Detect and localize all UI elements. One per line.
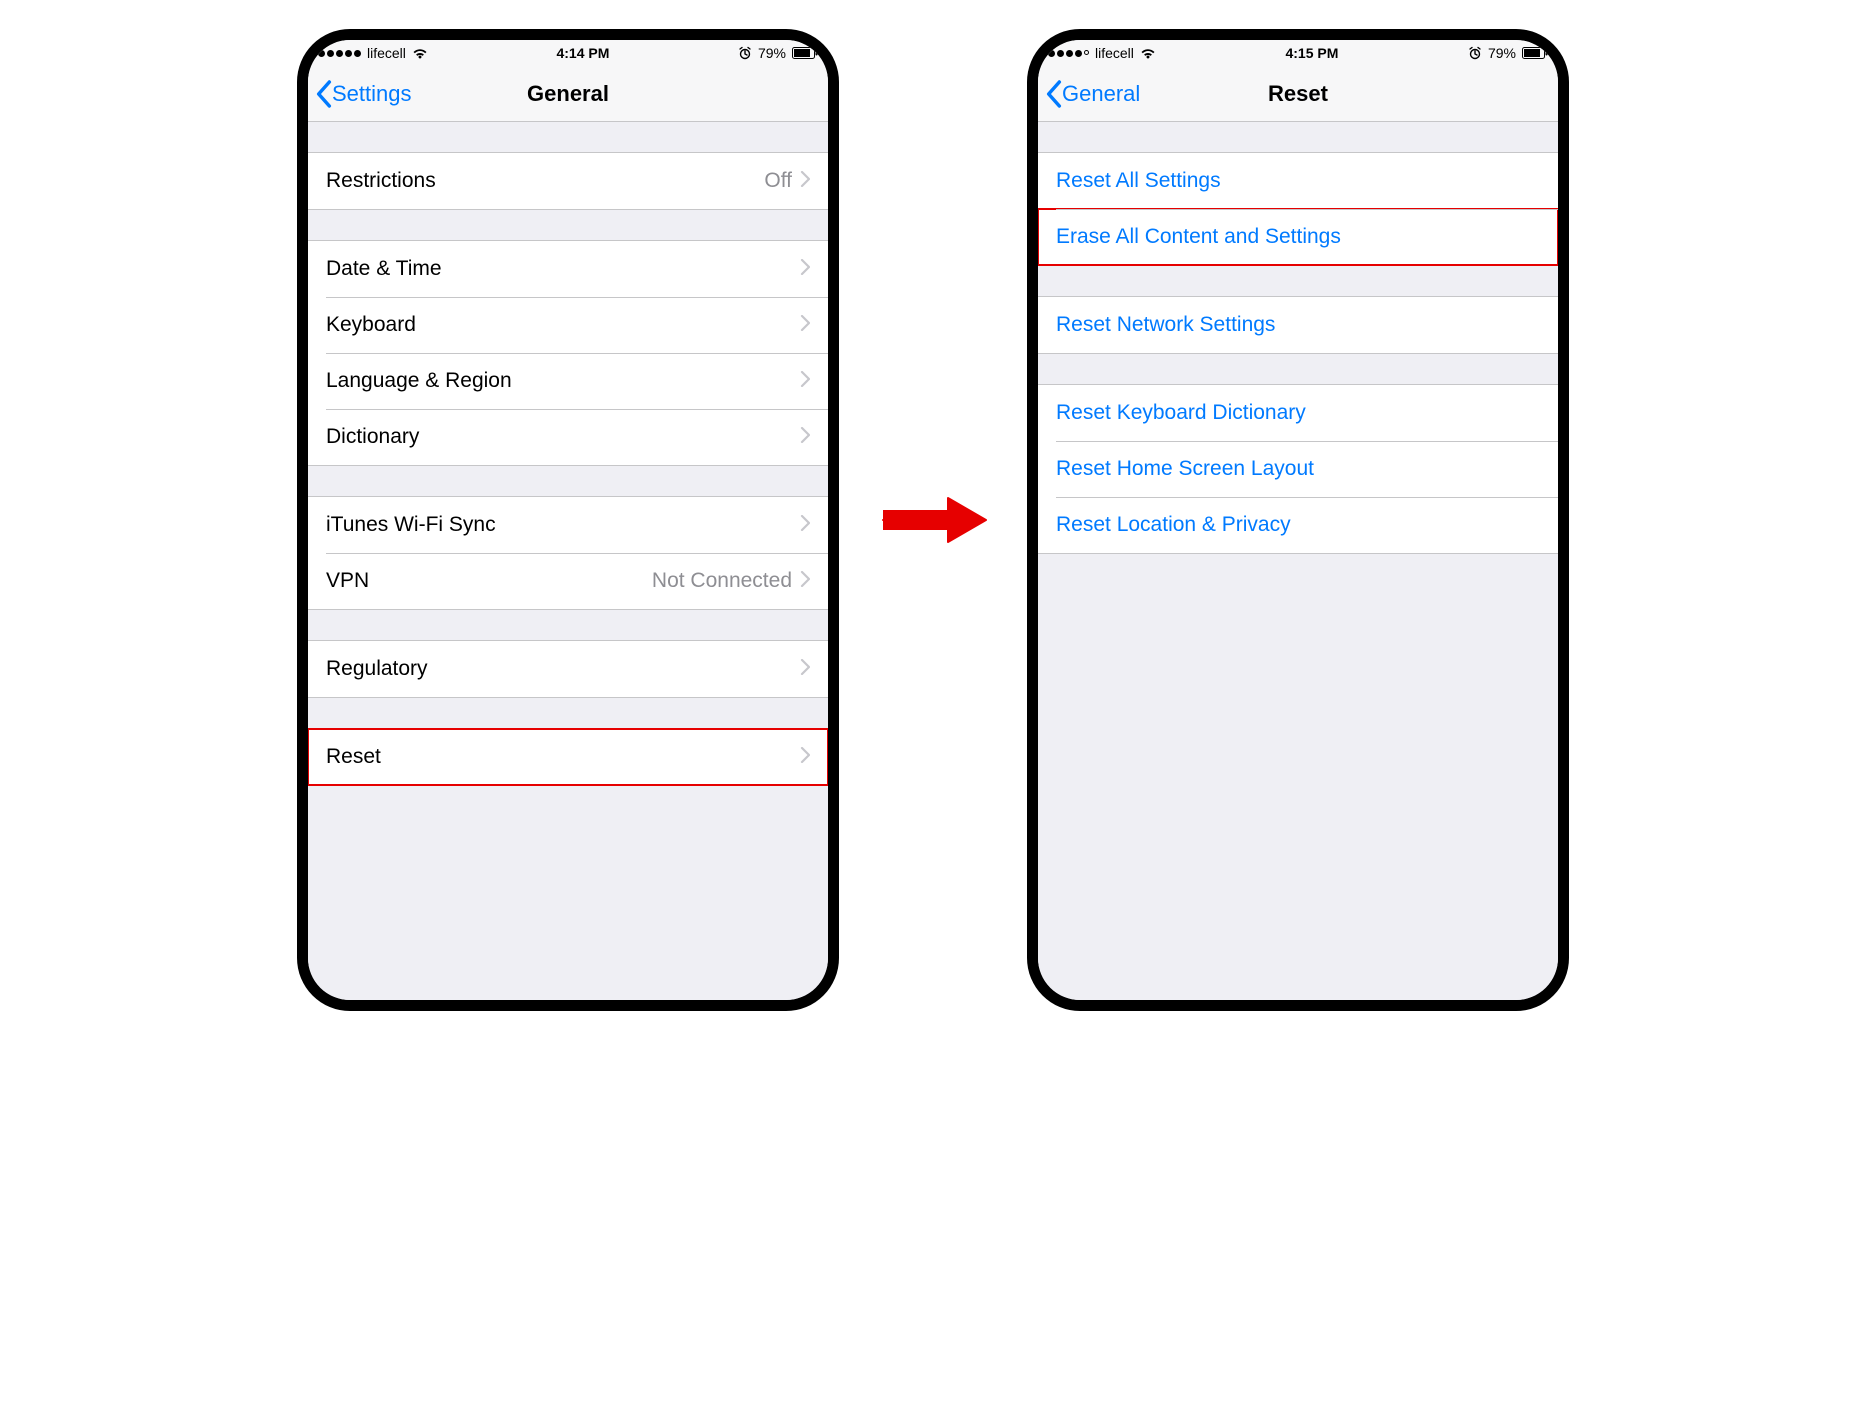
row-language-region[interactable]: Language & Region — [308, 353, 828, 409]
reset-list[interactable]: Reset All Settings Erase All Content and … — [1038, 122, 1558, 1000]
signal-dots-icon — [1048, 50, 1089, 57]
row-label: Reset — [326, 745, 800, 769]
row-reset[interactable]: Reset — [308, 729, 828, 785]
back-label: Settings — [332, 81, 412, 107]
signal-dots-icon — [318, 50, 361, 57]
row-erase-all-content-and-settings[interactable]: Erase All Content and Settings — [1038, 209, 1558, 265]
chevron-left-icon — [1046, 80, 1062, 108]
nav-bar: Settings General — [308, 66, 828, 122]
row-label: Dictionary — [326, 425, 800, 449]
row-reset-keyboard-dictionary[interactable]: Reset Keyboard Dictionary — [1038, 385, 1558, 441]
chevron-right-icon — [800, 569, 810, 593]
chevron-right-icon — [800, 425, 810, 449]
chevron-right-icon — [800, 657, 810, 681]
battery-percent: 79% — [758, 45, 786, 61]
chevron-right-icon — [800, 745, 810, 769]
row-label: Reset Location & Privacy — [1056, 513, 1540, 537]
row-label: VPN — [326, 569, 652, 593]
row-label: Restrictions — [326, 169, 764, 193]
chevron-right-icon — [800, 313, 810, 337]
row-label: Reset Network Settings — [1056, 313, 1540, 337]
battery-icon — [792, 47, 818, 59]
row-itunes-wi-fi-sync[interactable]: iTunes Wi-Fi Sync — [308, 497, 828, 553]
row-label: Language & Region — [326, 369, 800, 393]
wifi-icon — [1140, 47, 1156, 59]
chevron-right-icon — [800, 369, 810, 393]
row-reset-location-privacy[interactable]: Reset Location & Privacy — [1038, 497, 1558, 553]
row-label: Keyboard — [326, 313, 800, 337]
row-label: Reset Home Screen Layout — [1056, 457, 1540, 481]
row-value: Not Connected — [652, 569, 792, 593]
status-time: 4:15 PM — [1285, 45, 1338, 61]
alarm-icon — [1468, 46, 1482, 60]
row-label: Regulatory — [326, 657, 800, 681]
arrow-icon — [878, 480, 988, 560]
status-time: 4:14 PM — [556, 45, 609, 61]
back-button[interactable]: Settings — [316, 80, 412, 108]
row-reset-all-settings[interactable]: Reset All Settings — [1038, 153, 1558, 209]
row-restrictions[interactable]: RestrictionsOff — [308, 153, 828, 209]
row-value: Off — [764, 169, 792, 193]
settings-list[interactable]: RestrictionsOff Date & Time Keyboard Langua… — [308, 122, 828, 1000]
row-label: iTunes Wi-Fi Sync — [326, 513, 800, 537]
alarm-icon — [738, 46, 752, 60]
phone-left: lifecell 4:14 PM 79% Settings General Re… — [298, 30, 838, 1010]
battery-icon — [1522, 47, 1548, 59]
chevron-right-icon — [800, 513, 810, 537]
wifi-icon — [412, 47, 428, 59]
chevron-left-icon — [316, 80, 332, 108]
row-reset-home-screen-layout[interactable]: Reset Home Screen Layout — [1038, 441, 1558, 497]
row-date-time[interactable]: Date & Time — [308, 241, 828, 297]
carrier-label: lifecell — [367, 45, 406, 61]
row-vpn[interactable]: VPNNot Connected — [308, 553, 828, 609]
row-regulatory[interactable]: Regulatory — [308, 641, 828, 697]
carrier-label: lifecell — [1095, 45, 1134, 61]
row-label: Reset All Settings — [1056, 169, 1540, 193]
nav-bar: General Reset — [1038, 66, 1558, 122]
chevron-right-icon — [800, 257, 810, 281]
phone-right: lifecell 4:15 PM 79% General Reset Reset… — [1028, 30, 1568, 1010]
row-reset-network-settings[interactable]: Reset Network Settings — [1038, 297, 1558, 353]
row-label: Erase All Content and Settings — [1056, 225, 1540, 249]
battery-percent: 79% — [1488, 45, 1516, 61]
back-label: General — [1062, 81, 1140, 107]
row-label: Date & Time — [326, 257, 800, 281]
status-bar: lifecell 4:14 PM 79% — [308, 40, 828, 66]
status-bar: lifecell 4:15 PM 79% — [1038, 40, 1558, 66]
row-dictionary[interactable]: Dictionary — [308, 409, 828, 465]
chevron-right-icon — [800, 169, 810, 193]
row-label: Reset Keyboard Dictionary — [1056, 401, 1540, 425]
row-keyboard[interactable]: Keyboard — [308, 297, 828, 353]
back-button[interactable]: General — [1046, 80, 1140, 108]
